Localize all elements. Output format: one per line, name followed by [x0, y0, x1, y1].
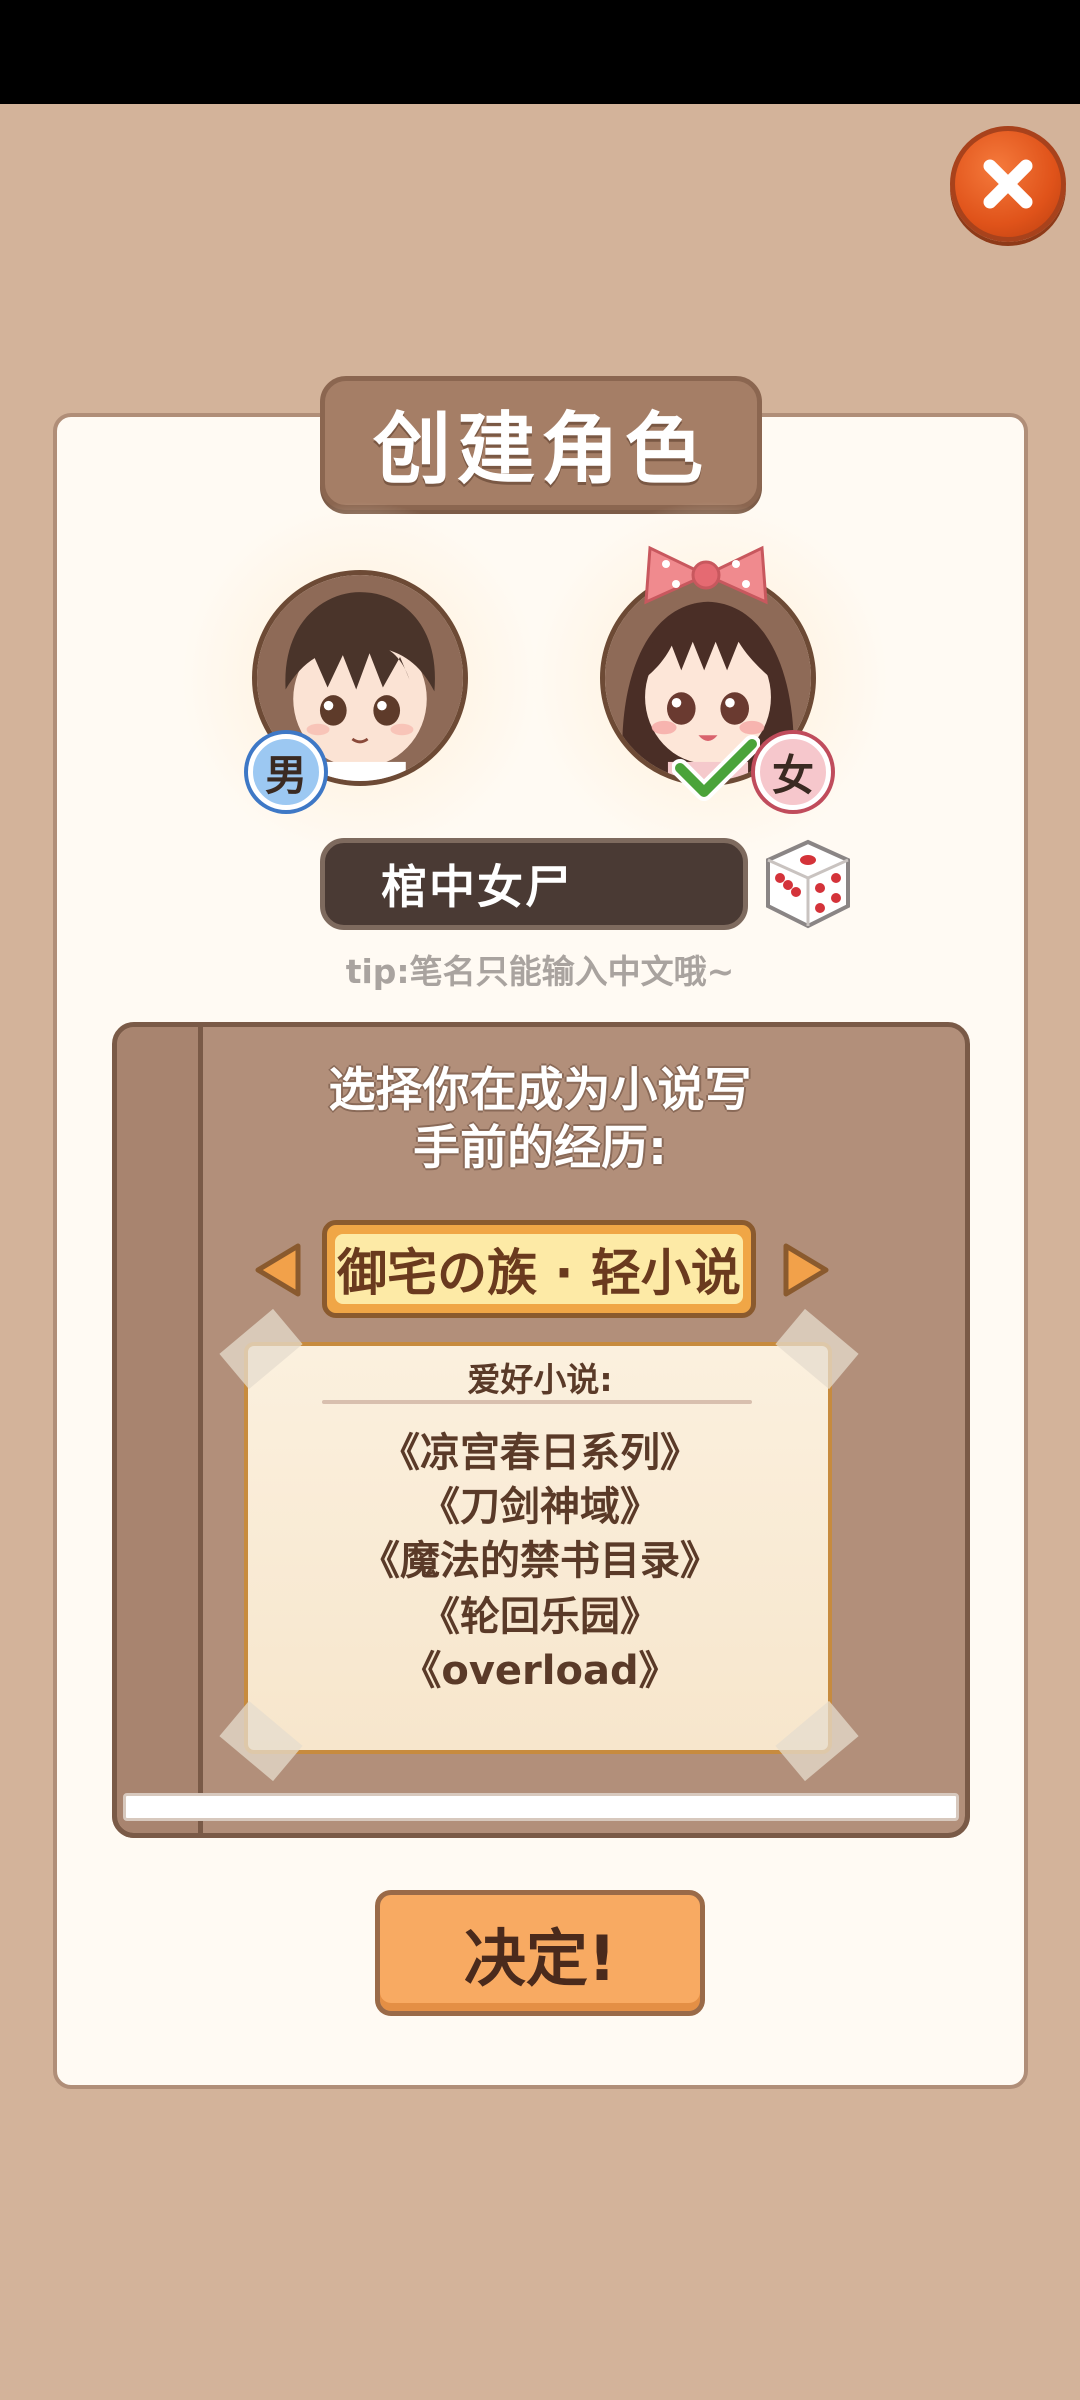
page-title: 创建角色	[372, 405, 709, 495]
female-label: 女	[771, 750, 814, 800]
title-plate: 创建角色	[320, 376, 762, 510]
experience-heading: 选择你在成为小说写 手前的经历:	[0, 1062, 1080, 1178]
prev-experience-button[interactable]	[252, 1240, 304, 1300]
novel-item: 《轮回乐园》	[420, 1594, 660, 1640]
dice-icon	[766, 839, 850, 929]
confirm-button[interactable]: 决定!	[375, 1890, 705, 2016]
book-pages	[123, 1793, 959, 1821]
male-label: 男	[264, 750, 307, 800]
name-input[interactable]: 棺中女尸	[320, 838, 748, 930]
experience-heading-line2: 手前的经历:	[413, 1121, 667, 1176]
arrow-left-icon	[255, 1243, 301, 1297]
novel-item: 《刀剑神域》	[420, 1484, 660, 1530]
experience-selector-inner: 御宅の族 · 轻小说	[335, 1234, 743, 1304]
novel-item: 《overload》	[401, 1648, 679, 1694]
novel-item: 《凉宫春日系列》	[380, 1430, 700, 1476]
hobby-divider	[322, 1400, 752, 1404]
random-name-button[interactable]	[760, 836, 856, 932]
confirm-label: 决定!	[463, 1922, 617, 1995]
close-icon	[983, 159, 1033, 209]
female-gender-badge[interactable]: 女	[755, 734, 831, 810]
novel-item: 《魔法的禁书目录》	[360, 1538, 720, 1584]
experience-selector[interactable]: 御宅の族 · 轻小说	[322, 1220, 756, 1318]
check-icon	[672, 735, 760, 801]
hair-bow	[644, 545, 768, 605]
hobby-title: 爱好小说:	[467, 1360, 613, 1399]
status-bar	[0, 0, 1080, 104]
name-tip: tip:笔名只能输入中文哦~	[345, 952, 735, 991]
name-input-value: 棺中女尸	[381, 860, 573, 914]
experience-heading-line1: 选择你在成为小说写	[328, 1063, 752, 1118]
next-experience-button[interactable]	[780, 1240, 832, 1300]
experience-value: 御宅の族 · 轻小说	[337, 1244, 741, 1302]
arrow-right-icon	[783, 1243, 829, 1297]
close-button[interactable]	[950, 126, 1066, 242]
male-gender-badge[interactable]: 男	[248, 734, 324, 810]
